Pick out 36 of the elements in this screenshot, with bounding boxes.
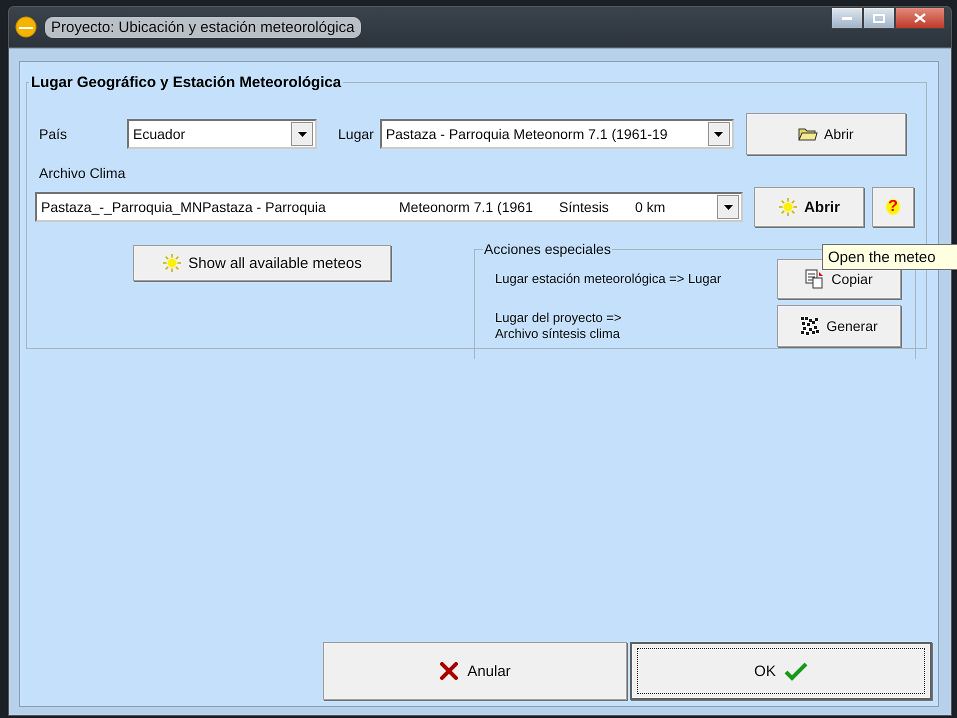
- dropdown-arrow-icon: [298, 132, 306, 136]
- maximize-icon: [873, 14, 885, 22]
- field-label: Archivo Clima: [39, 165, 126, 181]
- dropdown-arrow-icon: [724, 204, 732, 210]
- window-title: Proyecto: Ubicación y estación meteorológica: [45, 16, 360, 38]
- action-label: Lugar estación meteorológica => Lugar: [495, 271, 722, 287]
- maximize-button[interactable]: [863, 7, 895, 29]
- sun-icon: [778, 197, 798, 217]
- copy-document-icon: [805, 269, 826, 289]
- climate-file-dropdown[interactable]: Pastaza_-_Parroquia_MNPastaza - Parroquia Meteonorm 7.1 (1961 Síntesis 0 km: [35, 192, 743, 222]
- minimize-icon: [842, 16, 852, 20]
- open-meteo-button[interactable]: Abrir: [754, 187, 864, 227]
- app-icon: [15, 16, 37, 38]
- ok-button[interactable]: OK: [630, 642, 932, 700]
- group-title: Lugar Geográfico y Estación Meteorológica: [30, 74, 342, 91]
- place-dropdown[interactable]: Pastaza - Parroquia Meteonorm 7.1 (1961-19: [380, 119, 734, 149]
- pattern-grid-icon: [800, 316, 820, 336]
- show-meteos-button[interactable]: Show all available meteos: [133, 245, 391, 281]
- cancel-button[interactable]: Anular: [323, 642, 627, 700]
- folder-icon: [798, 127, 818, 141]
- tooltip: Open the meteo: [822, 244, 957, 270]
- field-label: Lugar: [338, 126, 374, 142]
- country-dropdown[interactable]: Ecuador: [127, 119, 317, 149]
- field-label: País: [38, 126, 68, 142]
- close-button[interactable]: [895, 7, 945, 29]
- sun-icon: [162, 253, 182, 273]
- action-label: Lugar del proyecto => Archivo síntesis clima: [495, 310, 622, 342]
- cancel-x-icon: [439, 661, 460, 681]
- close-icon: [914, 13, 926, 23]
- minimize-button[interactable]: [831, 7, 863, 29]
- open-button[interactable]: Abrir: [746, 113, 906, 155]
- help-button[interactable]: ?: [872, 187, 914, 227]
- dropdown-arrow-icon: [714, 132, 724, 136]
- checkmark-icon: [784, 661, 808, 681]
- group-title: Acciones especiales: [483, 241, 612, 257]
- generate-button[interactable]: Generar: [777, 305, 901, 347]
